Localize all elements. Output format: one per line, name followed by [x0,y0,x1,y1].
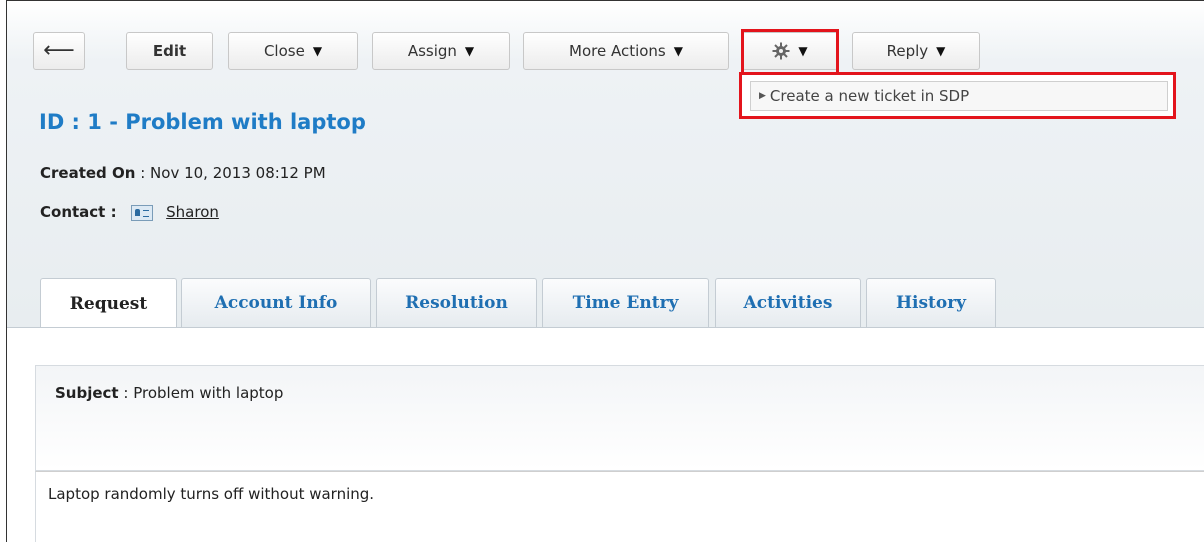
close-label: Close [263,42,305,60]
tab-label: Resolution [405,293,508,313]
gear-dropdown-menu: ▶ Create a new ticket in SDP [739,72,1176,119]
chevron-down-icon: ▼ [312,44,323,58]
tab-resolution[interactable]: Resolution [376,278,537,327]
back-button[interactable]: ⟵ [33,32,85,70]
subject-label: Subject [55,384,119,402]
subject-row: Subject : Problem with laptop [55,384,284,402]
app-frame: ⟵ Edit Close ▼ Assign ▼ More Actions ▼ ▼… [6,0,1204,542]
edit-button[interactable]: Edit [126,32,213,70]
menu-item-label: Create a new ticket in SDP [769,87,970,105]
description-text: Laptop randomly turns off without warnin… [48,485,375,503]
tab-label: Time Entry [572,293,679,313]
contact-card-icon[interactable] [131,204,154,221]
assign-button[interactable]: Assign ▼ [372,32,510,70]
contact-label: Contact : [40,203,117,221]
more-actions-button[interactable]: More Actions ▼ [523,32,729,70]
tab-time-entry[interactable]: Time Entry [542,278,709,327]
tab-label: History [895,293,967,313]
chevron-down-icon: ▼ [464,44,475,58]
back-arrow-icon: ⟵ [43,38,75,63]
menu-item-create-ticket-sdp[interactable]: ▶ Create a new ticket in SDP [750,81,1168,111]
tab-history[interactable]: History [866,278,996,327]
contact-row: Contact : Sharon [40,203,219,221]
tab-label: Activities [743,293,833,313]
tab-account-info[interactable]: Account Info [181,278,371,327]
assign-label: Assign [407,42,457,60]
tab-label: Request [69,293,148,314]
subject-value: Problem with laptop [133,384,284,402]
tab-request[interactable]: Request [40,278,177,328]
more-actions-label: More Actions [569,42,666,60]
chevron-down-icon: ▼ [936,44,946,58]
tab-divider [7,327,1204,328]
subject-panel: Subject : Problem with laptop [35,365,1204,471]
created-on-label: Created On [40,164,136,182]
chevron-down-icon: ▼ [673,44,683,58]
reply-button[interactable]: Reply ▼ [852,32,980,70]
tab-label: Account Info [214,293,338,313]
edit-label: Edit [152,42,187,60]
close-button[interactable]: Close ▼ [228,32,358,70]
contact-link[interactable]: Sharon [166,203,219,221]
gear-highlight [741,29,839,75]
description-panel: Laptop randomly turns off without warnin… [35,471,1204,542]
reply-label: Reply [886,42,929,60]
created-on-row: Created On : Nov 10, 2013 08:12 PM [40,164,326,182]
tab-activities[interactable]: Activities [715,278,861,327]
ticket-title: ID : 1 - Problem with laptop [39,110,366,134]
created-on-value: Nov 10, 2013 08:12 PM [150,164,326,182]
triangle-right-icon: ▶ [759,91,766,101]
